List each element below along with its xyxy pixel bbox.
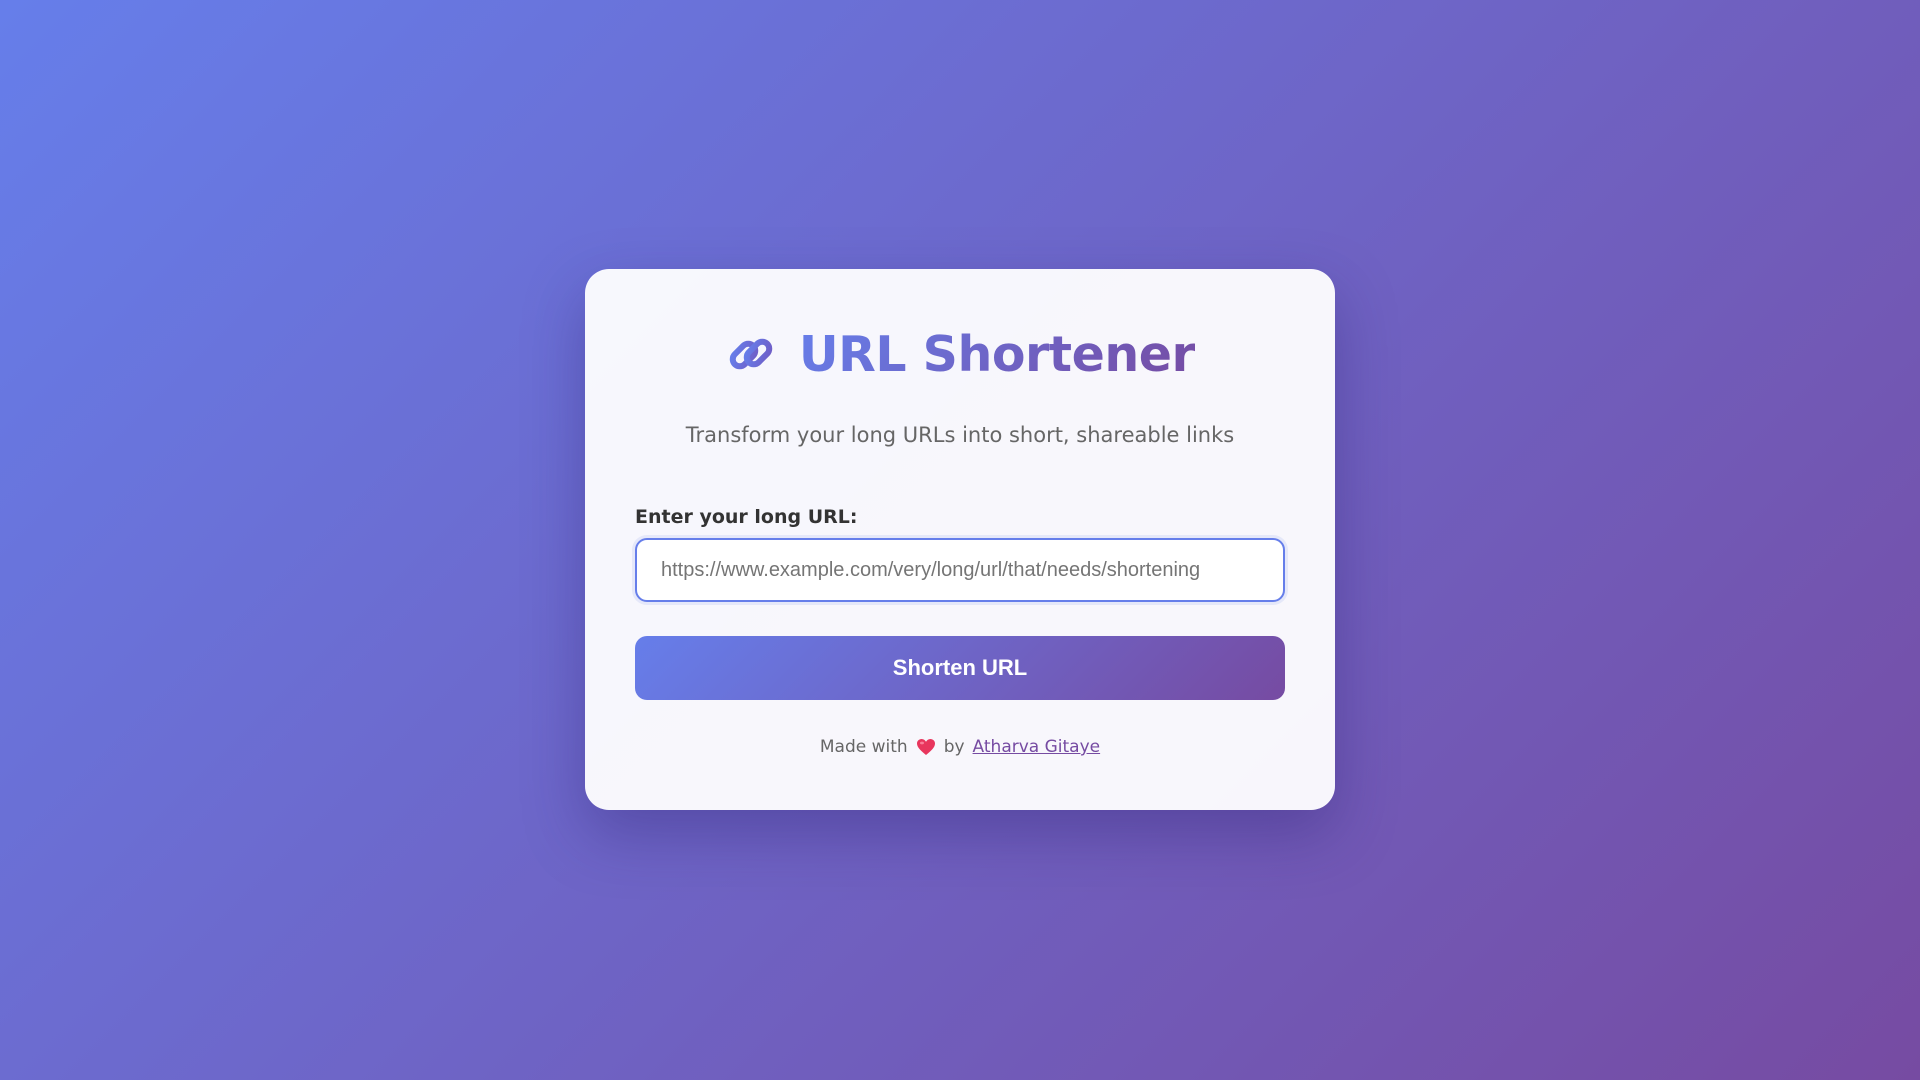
page-subtitle: Transform your long URLs into short, sha… (685, 423, 1235, 447)
footer-by: by (943, 737, 965, 757)
url-input-label: Enter your long URL: (635, 506, 858, 528)
page-title: URL Shortener (798, 325, 1196, 383)
shorten-url-button[interactable]: Shorten URL (635, 636, 1285, 700)
footer-made-with: Made with (819, 737, 908, 757)
link-icon (725, 328, 777, 380)
url-input[interactable] (635, 538, 1285, 602)
author-link[interactable]: Atharva Gitaye (973, 737, 1101, 757)
footer: Made with by Atharva Gitaye (585, 737, 1335, 757)
url-shortener-card: URL Shortener Transform your long URLs i… (585, 269, 1335, 810)
title-row: URL Shortener (585, 319, 1335, 389)
heart-icon (916, 737, 936, 757)
